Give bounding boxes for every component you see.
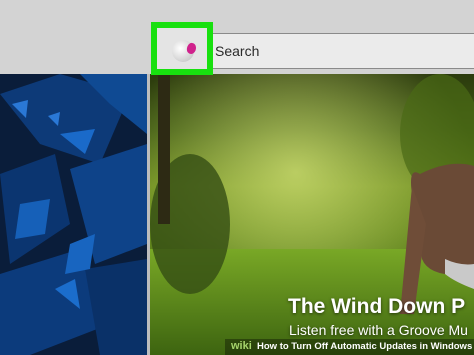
watermark-bar: wiki How to Turn Off Automatic Updates i… — [225, 339, 474, 355]
blue-shards-graphic — [0, 74, 147, 355]
hero-subtitle: Listen free with a Groove Mu — [289, 322, 468, 338]
search-placeholder: Search — [215, 43, 260, 59]
left-tile-panel — [0, 74, 147, 355]
cortana-icon[interactable] — [172, 40, 198, 62]
wikihow-logo: wiki — [231, 340, 252, 352]
hero-title: The Wind Down P — [288, 295, 466, 318]
watermark-text: How to Turn Off Automatic Updates in Win… — [257, 341, 474, 352]
